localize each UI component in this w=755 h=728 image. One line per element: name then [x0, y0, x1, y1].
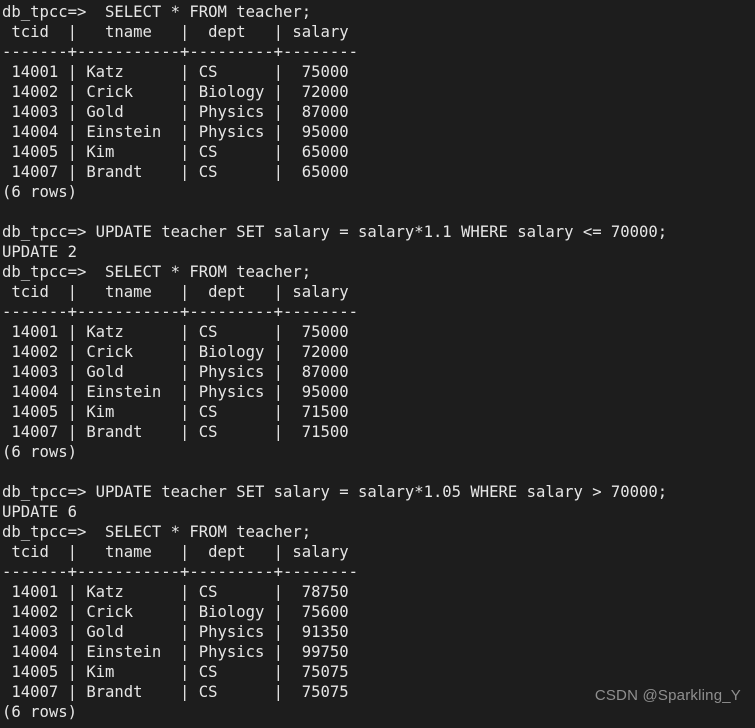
terminal-line: tcid | tname | dept | salary — [2, 543, 349, 561]
terminal-output[interactable]: db_tpcc=> SELECT * FROM teacher; tcid | … — [0, 0, 755, 728]
terminal-line: (6 rows) — [2, 703, 77, 721]
terminal-line: 14003 | Gold | Physics | 87000 — [2, 103, 349, 121]
terminal-line: 14005 | Kim | CS | 71500 — [2, 403, 349, 421]
terminal-line: (6 rows) — [2, 183, 77, 201]
terminal-line: 14002 | Crick | Biology | 75600 — [2, 603, 349, 621]
terminal-line: -------+-----------+---------+-------- — [2, 563, 358, 581]
terminal-line: 14007 | Brandt | CS | 71500 — [2, 423, 349, 441]
terminal-line: 14002 | Crick | Biology | 72000 — [2, 343, 349, 361]
terminal-line: 14002 | Crick | Biology | 72000 — [2, 83, 349, 101]
terminal-line: 14004 | Einstein | Physics | 95000 — [2, 383, 349, 401]
terminal-line: db_tpcc=> SELECT * FROM teacher; — [2, 523, 312, 541]
terminal-line: tcid | tname | dept | salary — [2, 283, 349, 301]
terminal-line: 14001 | Katz | CS | 75000 — [2, 323, 349, 341]
terminal-line: 14004 | Einstein | Physics | 95000 — [2, 123, 349, 141]
terminal-line: db_tpcc=> UPDATE teacher SET salary = sa… — [2, 483, 668, 501]
terminal-line: (6 rows) — [2, 443, 77, 461]
terminal-line: 14007 | Brandt | CS | 65000 — [2, 163, 349, 181]
terminal-line: 14007 | Brandt | CS | 75075 — [2, 683, 349, 701]
terminal-line: db_tpcc=> SELECT * FROM teacher; — [2, 263, 312, 281]
terminal-line: 14004 | Einstein | Physics | 99750 — [2, 643, 349, 661]
terminal-line: 14001 | Katz | CS | 78750 — [2, 583, 349, 601]
terminal-line: 14005 | Kim | CS | 65000 — [2, 143, 349, 161]
terminal-line: 14001 | Katz | CS | 75000 — [2, 63, 349, 81]
terminal-line: 14005 | Kim | CS | 75075 — [2, 663, 349, 681]
terminal-line: db_tpcc=> UPDATE teacher SET salary = sa… — [2, 223, 668, 241]
terminal-line: -------+-----------+---------+-------- — [2, 303, 358, 321]
terminal-line: UPDATE 6 — [2, 503, 77, 521]
terminal-line: UPDATE 2 — [2, 243, 77, 261]
terminal-line: db_tpcc=> SELECT * FROM teacher; — [2, 3, 312, 21]
terminal-line: tcid | tname | dept | salary — [2, 23, 349, 41]
terminal-line: 14003 | Gold | Physics | 91350 — [2, 623, 349, 641]
terminal-line: -------+-----------+---------+-------- — [2, 43, 358, 61]
terminal-line: 14003 | Gold | Physics | 87000 — [2, 363, 349, 381]
